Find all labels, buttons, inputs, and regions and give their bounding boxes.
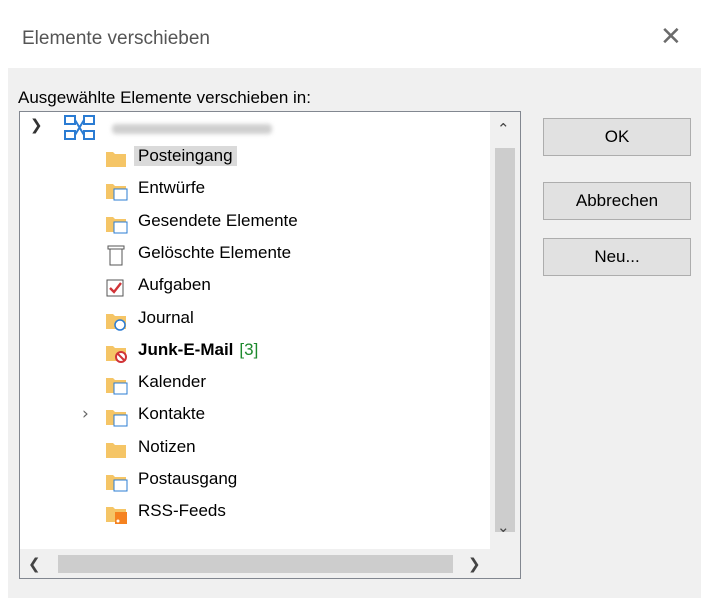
folder-name: Entwürfe xyxy=(138,178,206,198)
notes-folder-icon xyxy=(104,437,128,461)
folder-name: Journal xyxy=(138,307,194,327)
folder-name: Postausgang xyxy=(138,469,238,488)
dialog-title: Elemente verschieben xyxy=(22,28,210,49)
folder-name: Junk-E-Mail xyxy=(138,339,234,359)
folder-item[interactable]: Kalender xyxy=(100,368,490,400)
folder-label: Postausgang xyxy=(138,469,237,489)
close-icon[interactable]: ✕ xyxy=(660,24,682,50)
folder-name: Gelöschte Elemente xyxy=(138,242,292,262)
horizontal-scroll-thumb[interactable] xyxy=(58,555,453,573)
vertical-scrollbar[interactable]: ⌃ ⌄ xyxy=(490,112,520,549)
scroll-up-icon[interactable]: ⌃ xyxy=(497,120,510,138)
account-email-blurred xyxy=(112,124,272,134)
folder-label: Kalender xyxy=(138,372,206,392)
vertical-scroll-thumb[interactable] xyxy=(495,148,515,532)
scrollbar-corner xyxy=(490,549,520,578)
folder-name: Kalender xyxy=(138,372,207,392)
deleted-items-trash-icon xyxy=(104,243,128,267)
folder-label: Notizen xyxy=(138,437,196,457)
ok-button[interactable]: OK xyxy=(543,118,691,156)
folder-item[interactable]: Kontakte xyxy=(100,400,490,432)
folder-item[interactable]: Gesendete Elemente xyxy=(100,207,490,239)
scroll-right-icon[interactable]: ❯ xyxy=(468,555,481,573)
move-items-dialog: Elemente verschieben ✕ Ausgewählte Eleme… xyxy=(0,0,701,598)
sent-items-folder-icon xyxy=(104,211,128,235)
account-node[interactable]: ❯ xyxy=(20,112,490,142)
outbox-folder-icon xyxy=(104,469,128,493)
folder-label: Junk-E-Mail [3] xyxy=(138,340,258,360)
folder-label: Aufgaben xyxy=(138,275,211,295)
folder-item[interactable]: Junk-E-Mail [3] xyxy=(100,336,490,368)
tasks-checkbox-icon xyxy=(104,275,128,299)
folder-item[interactable]: Notizen xyxy=(100,433,490,465)
folder-name: Notizen xyxy=(138,436,196,456)
junk-mail-folder-icon xyxy=(104,340,128,364)
folder-label: Kontakte xyxy=(138,404,205,424)
contacts-folder-icon xyxy=(104,404,128,428)
chevron-down-icon[interactable]: ❯ xyxy=(30,116,43,134)
folder-name: Gesendete Elemente xyxy=(138,210,298,230)
folder-item[interactable]: Postausgang xyxy=(100,465,490,497)
drafts-folder-icon xyxy=(104,178,128,202)
folder-label: Gelöschte Elemente xyxy=(138,243,291,263)
folder-item[interactable]: Aufgaben xyxy=(100,271,490,303)
folder-label: Posteingang xyxy=(134,146,237,166)
folder-label: Gesendete Elemente xyxy=(138,211,298,231)
folder-item[interactable]: Journal xyxy=(100,304,490,336)
folder-name: Kontakte xyxy=(138,404,206,424)
scroll-down-icon[interactable]: ⌄ xyxy=(497,518,510,536)
folder-label: RSS-Feeds xyxy=(138,501,226,521)
folder-name: Posteingang xyxy=(138,146,233,165)
folder-item[interactable]: Gelöschte Elemente xyxy=(100,239,490,271)
folder-item[interactable]: RSS-Feeds xyxy=(100,497,490,529)
folder-item[interactable]: Posteingang xyxy=(100,142,490,174)
exchange-account-icon xyxy=(64,115,95,140)
calendar-folder-icon xyxy=(104,372,128,396)
journal-clock-icon xyxy=(104,308,128,332)
horizontal-scrollbar[interactable]: ❮ ❯ xyxy=(20,549,490,578)
cancel-button[interactable]: Abbrechen xyxy=(543,182,691,220)
folder-label: Journal xyxy=(138,308,194,328)
dialog-body: Ausgewählte Elemente verschieben in: ❯ P… xyxy=(8,68,701,598)
folder-name: RSS-Feeds xyxy=(138,501,226,521)
chevron-right-icon[interactable]: › xyxy=(82,404,89,424)
folder-label: Entwürfe xyxy=(138,178,205,198)
folder-item[interactable]: Entwürfe xyxy=(100,174,490,206)
rss-feeds-folder-icon xyxy=(104,501,128,525)
unread-count-badge: [3] xyxy=(239,339,259,359)
prompt-label: Ausgewählte Elemente verschieben in: xyxy=(18,88,311,107)
scroll-left-icon[interactable]: ❮ xyxy=(28,555,41,573)
inbox-folder-icon xyxy=(104,146,128,170)
new-folder-button[interactable]: Neu... xyxy=(543,238,691,276)
title-bar: Elemente verschieben ✕ xyxy=(0,0,701,68)
folder-name: Aufgaben xyxy=(138,275,211,295)
folder-tree[interactable]: ❯ Posteingang Entwürfe Gesendete Elemente G… xyxy=(19,111,521,579)
